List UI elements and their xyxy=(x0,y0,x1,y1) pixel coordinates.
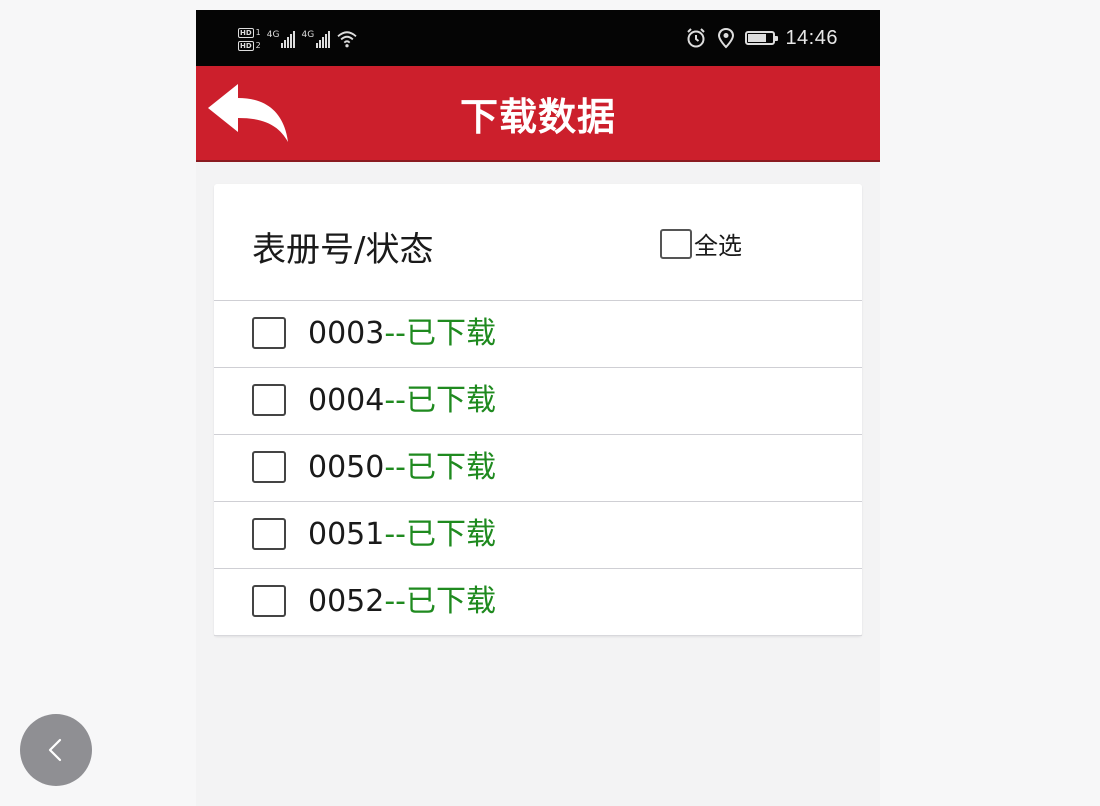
book-number: 0052 xyxy=(308,584,385,619)
separator: -- xyxy=(384,316,407,351)
floating-back-button[interactable] xyxy=(20,714,92,786)
wifi-icon xyxy=(337,31,357,48)
row-checkbox[interactable] xyxy=(252,518,286,550)
sim-1-label: 1 xyxy=(255,28,261,37)
download-status: 已下载 xyxy=(406,450,497,485)
separator: -- xyxy=(384,584,407,619)
row-text: 0051--已下载 xyxy=(308,516,496,554)
book-number: 0004 xyxy=(308,383,385,418)
book-number: 0051 xyxy=(308,517,385,552)
status-bar-left: HD 1 HD 2 4G 4G xyxy=(238,22,358,56)
separator: -- xyxy=(384,383,407,418)
download-status: 已下载 xyxy=(406,383,497,418)
hd-icon: HD xyxy=(238,40,254,51)
book-number: 0050 xyxy=(308,450,385,485)
row-text: 0050--已下载 xyxy=(308,449,496,487)
page-title: 下载数据 xyxy=(459,94,616,139)
book-number: 0003 xyxy=(308,316,385,351)
list-item[interactable]: 0004--已下载 xyxy=(214,368,862,435)
network-2-label: 4G xyxy=(301,30,315,40)
signal-2-icon: 4G xyxy=(301,30,331,48)
select-all-checkbox[interactable]: 全选 xyxy=(660,226,742,261)
status-bar: HD 1 HD 2 4G 4G 14:46 xyxy=(196,10,880,66)
column-label: 表册号/状态 xyxy=(252,230,434,270)
separator: -- xyxy=(384,450,407,485)
row-checkbox[interactable] xyxy=(252,384,286,416)
network-1-label: 4G xyxy=(266,30,280,40)
select-all-label: 全选 xyxy=(694,232,742,260)
battery-level-fill xyxy=(748,34,766,42)
row-text: 0052--已下载 xyxy=(308,583,496,621)
alarm-icon xyxy=(687,28,706,48)
hd-icon: HD xyxy=(238,27,254,38)
row-checkbox[interactable] xyxy=(252,451,286,483)
sim-2-indicator: HD 2 xyxy=(238,40,261,51)
battery-icon xyxy=(745,31,779,45)
list-item[interactable]: 0052--已下载 xyxy=(214,569,862,636)
row-checkbox[interactable] xyxy=(252,585,286,617)
checkbox-icon xyxy=(660,228,692,259)
sim-indicators: HD 1 HD 2 xyxy=(238,27,261,51)
clock-time: 14:46 xyxy=(785,26,838,49)
data-list-card: 表册号/状态 全选 0003--已下载 0004--已下载 0050--已下载 … xyxy=(214,184,862,636)
row-checkbox[interactable] xyxy=(252,317,286,349)
separator: -- xyxy=(384,517,407,552)
list-header: 表册号/状态 全选 xyxy=(214,184,862,301)
download-status: 已下载 xyxy=(406,517,497,552)
download-status: 已下载 xyxy=(406,584,497,619)
phone-screen: HD 1 HD 2 4G 4G 14:46 下载数据 表册号/状态 全选 000… xyxy=(196,10,880,806)
sim-2-label: 2 xyxy=(255,41,261,50)
sim-1-indicator: HD 1 xyxy=(238,27,261,38)
chevron-left-icon xyxy=(48,738,62,762)
row-text: 0003--已下载 xyxy=(308,315,496,353)
signal-1-icon: 4G xyxy=(267,30,296,48)
location-icon xyxy=(718,27,735,49)
title-bar: 下载数据 xyxy=(196,66,880,162)
status-bar-right: 14:46 xyxy=(685,10,838,66)
list-item[interactable]: 0051--已下载 xyxy=(214,502,862,569)
list-item[interactable]: 0050--已下载 xyxy=(214,435,862,502)
row-text: 0004--已下载 xyxy=(308,382,496,420)
list-item[interactable]: 0003--已下载 xyxy=(214,301,862,368)
download-status: 已下载 xyxy=(406,316,497,351)
